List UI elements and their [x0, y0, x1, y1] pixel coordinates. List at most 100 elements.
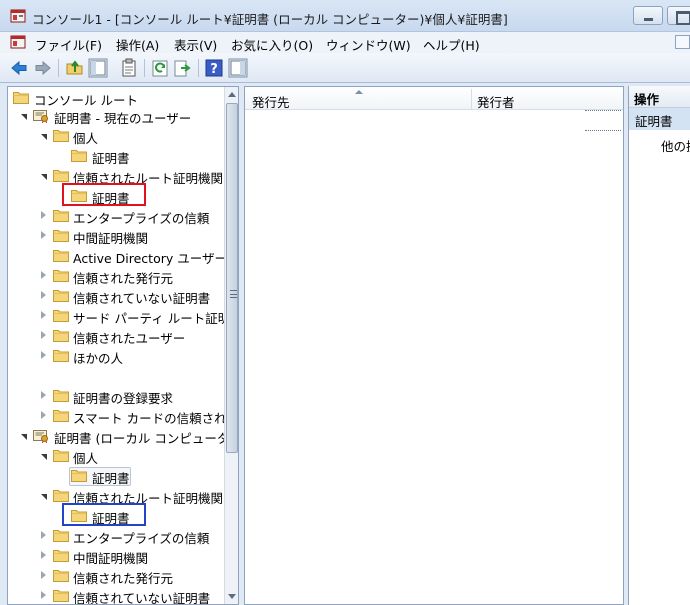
tree-item[interactable]: 証明書: [8, 146, 224, 166]
collapsed-arrow-icon[interactable]: [39, 346, 49, 366]
toolbar-separator: [144, 59, 145, 77]
tree-item[interactable]: 中間証明機関: [8, 546, 224, 566]
collapsed-arrow-icon[interactable]: [39, 586, 49, 604]
collapsed-arrow-icon[interactable]: [39, 306, 49, 326]
column-issued-by[interactable]: 発行者: [477, 92, 515, 111]
collapsed-arrow-icon[interactable]: [39, 326, 49, 346]
folder-icon: [53, 549, 69, 562]
column-overflow-dots: [585, 130, 621, 131]
tree-item-label: エンタープライズの信頼: [73, 211, 210, 226]
tree-item-label: 信頼された発行元: [73, 271, 174, 286]
show-hide-tree-icon[interactable]: [88, 58, 108, 78]
tree-item[interactable]: スマート カードの信頼され: [8, 406, 227, 426]
menu-window[interactable]: ウィンドウ(W): [324, 34, 413, 55]
sort-ascending-icon: [355, 90, 363, 94]
scroll-down-arrow[interactable]: [228, 594, 236, 599]
folder-icon: [53, 529, 69, 542]
tree-item[interactable]: 信頼されていない証明書: [8, 586, 224, 604]
tree-item-label: 証明書: [92, 151, 130, 166]
tree-item[interactable]: 証明書 - 現在のユーザー: [8, 106, 224, 126]
collapsed-arrow-icon[interactable]: [39, 286, 49, 306]
collapsed-arrow-icon[interactable]: [39, 406, 49, 426]
tree-item-label: エンタープライズの信頼: [73, 531, 210, 546]
mmc-app-icon[interactable]: [10, 9, 26, 23]
svg-text:?: ?: [210, 62, 218, 77]
scroll-up-arrow[interactable]: [228, 92, 236, 97]
collapsed-arrow-icon[interactable]: [39, 386, 49, 406]
folder-icon: [53, 289, 69, 302]
collapsed-arrow-icon[interactable]: [39, 546, 49, 566]
tree-item-label: 証明書 (ローカル コンピュータ: [54, 431, 230, 446]
menu-help[interactable]: ヘルプ(H): [421, 34, 482, 55]
tree-item-label: 証明書: [92, 471, 130, 486]
maximize-button[interactable]: [667, 6, 690, 25]
export-list-icon[interactable]: [173, 58, 193, 78]
collapsed-arrow-icon[interactable]: [39, 206, 49, 226]
collapsed-arrow-icon[interactable]: [39, 226, 49, 246]
tree-item[interactable]: Active Directory ユーザー: [8, 246, 227, 266]
tree-item-label: 信頼されていない証明書: [73, 291, 211, 306]
menu-view[interactable]: 表示(V): [172, 34, 219, 55]
expanded-arrow-icon[interactable]: [19, 106, 29, 126]
expanded-arrow-icon[interactable]: [39, 446, 49, 466]
column-divider[interactable]: [471, 89, 472, 109]
expanded-arrow-icon[interactable]: [39, 126, 49, 146]
document-system-menu-icon[interactable]: [10, 35, 26, 49]
tree-item[interactable]: 信頼されていない証明書: [8, 286, 224, 306]
tree-item-label: Active Directory ユーザー: [73, 251, 227, 266]
list-header: 発行先 発行者: [245, 87, 623, 110]
actions-pane: 操作 証明書 他の操作: [628, 86, 690, 605]
back-arrow-icon[interactable]: [9, 58, 29, 78]
menu-favorites[interactable]: お気に入り(O): [229, 34, 315, 55]
actions-title-text: 操作: [634, 92, 660, 107]
menu-bar: ファイル(F) 操作(A) 表示(V) お気に入り(O) ウィンドウ(W) ヘル…: [0, 32, 690, 53]
menu-action[interactable]: 操作(A): [114, 34, 161, 55]
tree-vertical-scrollbar[interactable]: [224, 87, 238, 604]
certificate-store-icon: [33, 429, 49, 444]
tree-item[interactable]: 個人: [8, 126, 224, 146]
console-tree[interactable]: コンソール ルート 証明書 - 現在のユーザー 個人 証明書 信頼されたルート証明機関証…: [7, 86, 239, 605]
tree-item[interactable]: 中間証明機関: [8, 226, 224, 246]
folder-icon: [71, 149, 87, 162]
collapsed-arrow-icon[interactable]: [39, 566, 49, 586]
tree-item[interactable]: 信頼された発行元: [8, 566, 224, 586]
tree-item-label: 証明書 - 現在のユーザー: [54, 111, 192, 126]
expanded-arrow-icon[interactable]: [19, 426, 29, 446]
expanded-arrow-icon[interactable]: [39, 166, 49, 186]
tree-item-console-root[interactable]: コンソール ルート: [8, 88, 223, 108]
refresh-icon[interactable]: [150, 58, 170, 78]
more-actions-link[interactable]: 他の操作: [661, 136, 690, 155]
tree-item[interactable]: ほかの人: [8, 346, 224, 366]
toolbar-separator: [58, 59, 59, 77]
help-icon[interactable]: ?: [204, 58, 224, 78]
tree-item[interactable]: 証明書 (ローカル コンピュータ: [8, 426, 229, 446]
collapsed-arrow-icon[interactable]: [39, 266, 49, 286]
tree-item[interactable]: 証明書の登録要求: [8, 386, 224, 406]
properties-icon[interactable]: [119, 58, 139, 78]
mdi-window-controls[interactable]: [675, 35, 690, 49]
tree-item[interactable]: 証明書: [8, 466, 224, 486]
tree-item[interactable]: 個人: [8, 446, 224, 466]
minimize-button[interactable]: [633, 6, 663, 25]
tree-item[interactable]: エンタープライズの信頼: [8, 526, 224, 546]
collapsed-arrow-icon[interactable]: [39, 526, 49, 546]
up-folder-icon[interactable]: [65, 58, 85, 78]
menu-file[interactable]: ファイル(F): [33, 34, 104, 55]
tree-item[interactable]: 信頼された発行元: [8, 266, 224, 286]
tree-item[interactable]: 信頼されたユーザー: [8, 326, 224, 346]
tree-item-label: 中間証明機関: [73, 551, 149, 566]
show-hide-action-pane-icon[interactable]: [228, 58, 248, 78]
folder-icon: [71, 469, 87, 482]
result-list[interactable]: 発行先 発行者: [244, 86, 624, 605]
folder-icon: [53, 309, 69, 322]
tree-item[interactable]: エンタープライズの信頼: [8, 206, 224, 226]
tree-item[interactable]: サード パーティ ルート証明: [8, 306, 230, 326]
forward-arrow-icon[interactable]: [33, 58, 53, 78]
column-issued-to[interactable]: 発行先: [252, 92, 290, 111]
folder-icon: [13, 91, 29, 104]
folder-icon: [53, 169, 69, 182]
actions-section-header[interactable]: 証明書: [629, 108, 690, 130]
scrollbar-thumb[interactable]: [226, 103, 238, 453]
expanded-arrow-icon[interactable]: [39, 486, 49, 506]
folder-icon: [53, 209, 69, 222]
